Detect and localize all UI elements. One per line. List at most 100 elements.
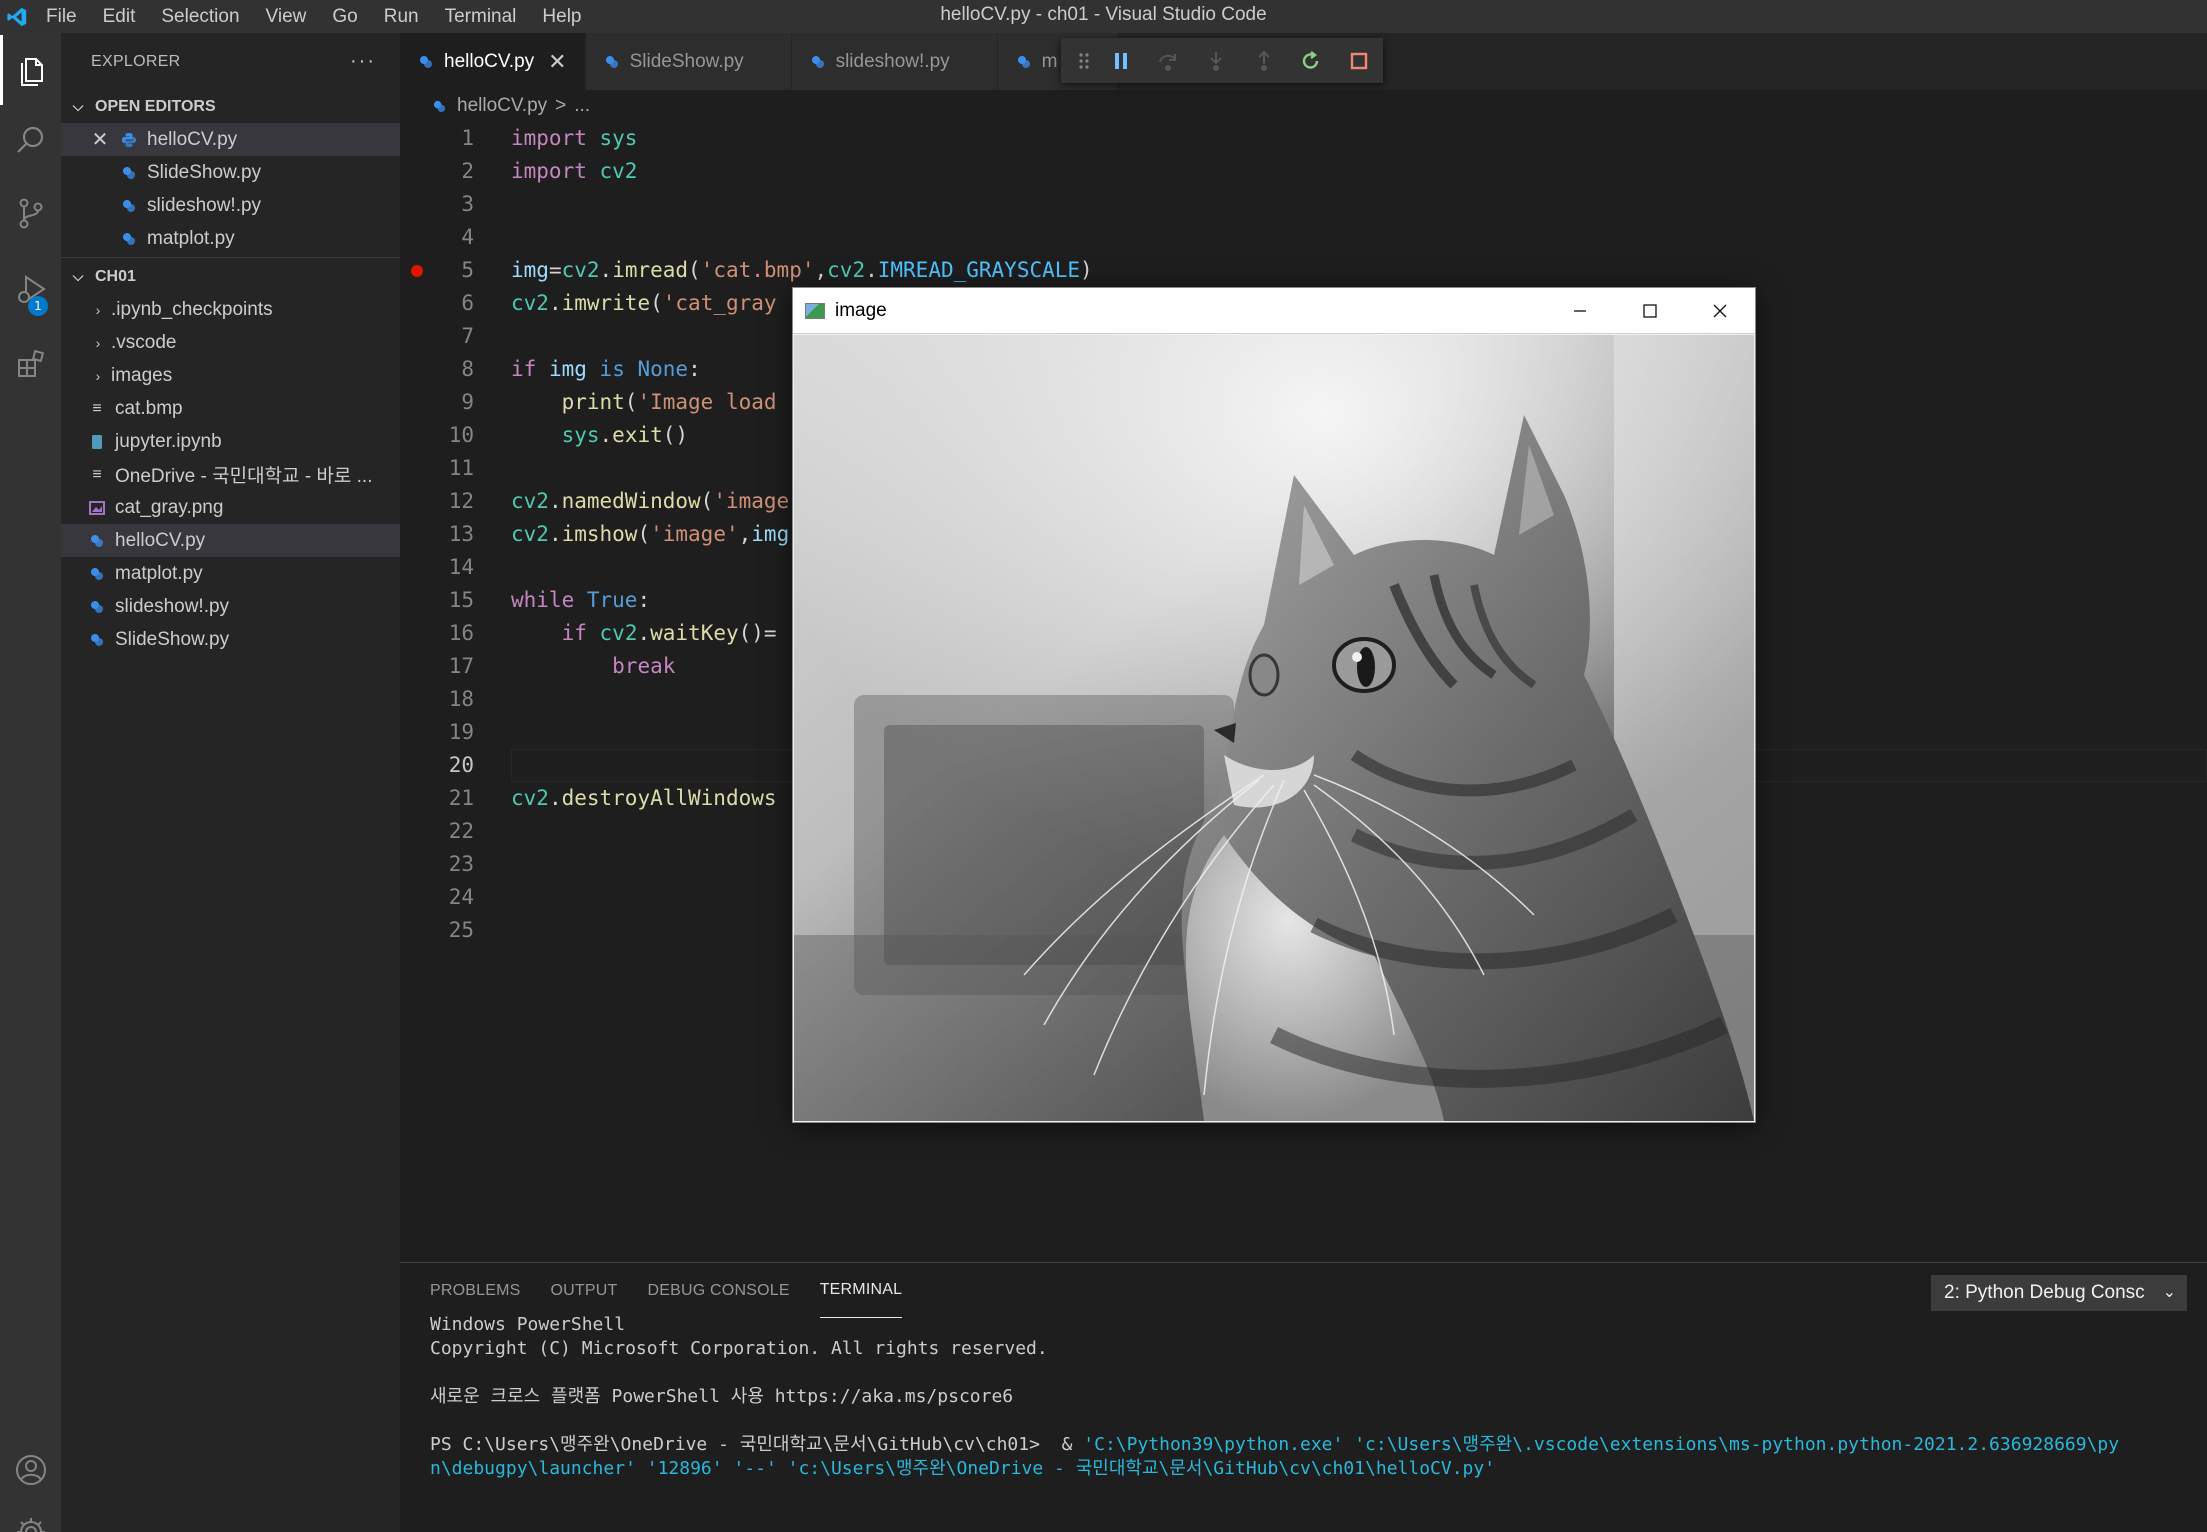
code-line[interactable]: 2 import cv2 <box>400 155 2207 188</box>
tree-item-label: .vscode <box>111 331 177 353</box>
python-file-icon <box>91 534 103 547</box>
tree-file[interactable]: SlideShow.py <box>61 623 400 656</box>
tree-folder[interactable]: › images <box>61 359 400 392</box>
tree-item-label: .ipynb_checkpoints <box>111 298 273 320</box>
line-number: 15 <box>448 588 474 612</box>
open-editor-item[interactable]: matplot.py <box>61 222 400 255</box>
search-icon[interactable] <box>0 105 61 175</box>
vscode-logo-icon <box>0 0 33 33</box>
accounts-icon[interactable] <box>0 1435 61 1505</box>
step-over-icon[interactable] <box>1145 38 1193 83</box>
tree-file[interactable]: matplot.py <box>61 557 400 590</box>
terminal-blank <box>430 1361 2207 1385</box>
folder-label: CH01 <box>95 267 136 285</box>
terminal-blank <box>430 1409 2207 1433</box>
tab-slideshow-bang[interactable]: slideshow!.py <box>791 33 998 90</box>
menu-help[interactable]: Help <box>529 0 594 33</box>
menu-edit[interactable]: Edit <box>90 0 149 33</box>
menu-terminal[interactable]: Terminal <box>432 0 530 33</box>
menu-selection[interactable]: Selection <box>148 0 252 33</box>
code-line[interactable]: 4 <box>400 221 2207 254</box>
extensions-icon[interactable] <box>0 329 61 399</box>
run-debug-icon[interactable]: 1 <box>0 255 61 325</box>
open-editor-label: slideshow!.py <box>147 194 262 216</box>
tab-debug-console[interactable]: DEBUG CONSOLE <box>648 1263 790 1318</box>
line-number: 23 <box>448 852 474 876</box>
tree-file[interactable]: helloCV.py <box>61 524 400 557</box>
python-file-icon <box>91 567 103 580</box>
tree-item-label: images <box>111 364 173 386</box>
code-text: sys.exit() <box>561 423 689 447</box>
window-close-icon[interactable] <box>1685 288 1755 334</box>
tab-slideshow[interactable]: SlideShow.py <box>585 33 792 90</box>
line-number: 10 <box>448 423 474 447</box>
close-icon[interactable]: ✕ <box>548 49 566 75</box>
explorer-icon[interactable] <box>0 35 61 105</box>
terminal-selector[interactable]: 2: Python Debug Consc ⌄ <box>1931 1275 2187 1311</box>
stop-icon[interactable] <box>1335 38 1383 83</box>
line-number: 6 <box>461 291 474 315</box>
pause-icon[interactable] <box>1097 38 1145 83</box>
source-control-icon[interactable] <box>0 178 61 248</box>
tree-file[interactable]: ≡ OneDrive - 국민대학교 - 바로 ... <box>61 458 400 491</box>
tree-item-label: cat_gray.png <box>115 496 224 518</box>
folder-header[interactable]: ⌵ CH01 <box>61 260 400 293</box>
minimize-icon[interactable] <box>1545 288 1615 334</box>
maximize-icon[interactable] <box>1615 288 1685 334</box>
breadcrumb-file[interactable]: helloCV.py <box>457 95 547 117</box>
menu-go[interactable]: Go <box>319 0 370 33</box>
tree-file[interactable]: ≡ cat.bmp <box>61 392 400 425</box>
menu-bar: File Edit Selection View Go Run Terminal… <box>33 0 595 33</box>
python-file-icon <box>123 232 135 245</box>
tree-file[interactable]: cat_gray.png <box>61 491 400 524</box>
breadcrumb-symbol[interactable]: ... <box>574 95 590 117</box>
terminal-output[interactable]: Windows PowerShell Copyright (C) Microsof… <box>430 1313 2207 1481</box>
section-divider <box>61 257 400 258</box>
drag-handle-icon[interactable] <box>1071 38 1097 83</box>
close-icon[interactable]: ✕ <box>89 127 111 152</box>
python-file-icon <box>433 100 446 112</box>
tree-folder[interactable]: › .vscode <box>61 326 400 359</box>
line-number: 20 <box>448 753 474 777</box>
grayscale-cat-image <box>794 335 1754 1121</box>
line-number: 14 <box>448 555 474 579</box>
more-actions-icon[interactable]: ··· <box>350 50 376 73</box>
code-line[interactable]: 3 <box>400 188 2207 221</box>
opencv-image-window[interactable]: image <box>792 287 1756 1123</box>
terminal-line: Windows PowerShell <box>430 1314 626 1335</box>
tree-folder[interactable]: › .ipynb_checkpoints <box>61 293 400 326</box>
settings-gear-icon[interactable] <box>0 1497 61 1532</box>
line-number: 4 <box>461 225 474 249</box>
chevron-right-icon: › <box>95 367 101 384</box>
chevron-down-icon: ⌄ <box>2162 1284 2176 1301</box>
open-editors-label: OPEN EDITORS <box>95 97 216 115</box>
tab-hellocv[interactable]: helloCV.py ✕ <box>400 33 586 90</box>
tab-problems[interactable]: PROBLEMS <box>430 1263 521 1318</box>
code-line[interactable]: 5 img=cv2.imread('cat.bmp',cv2.IMREAD_GRA… <box>400 254 2207 287</box>
open-editor-item[interactable]: slideshow!.py <box>61 189 400 222</box>
python-file-icon <box>1017 55 1030 68</box>
line-number: 12 <box>448 489 474 513</box>
open-editors-header[interactable]: ⌵ OPEN EDITORS <box>61 90 400 123</box>
image-window-titlebar[interactable]: image <box>793 288 1755 334</box>
tree-file[interactable]: slideshow!.py <box>61 590 400 623</box>
open-editor-item[interactable]: SlideShow.py <box>61 156 400 189</box>
tab-terminal[interactable]: TERMINAL <box>819 1263 903 1318</box>
step-out-icon[interactable] <box>1240 38 1288 83</box>
code-text: while True: <box>511 588 651 612</box>
tree-item-label: cat.bmp <box>115 397 183 419</box>
terminal-selector-value: 2: Python Debug Consc <box>1944 1282 2145 1303</box>
menu-view[interactable]: View <box>253 0 320 33</box>
chevron-down-icon: ⌵ <box>72 268 84 284</box>
code-line[interactable]: 1 import sys <box>400 122 2207 155</box>
code-text: if img is None: <box>511 357 701 381</box>
open-editor-item[interactable]: ✕ helloCV.py <box>61 123 400 156</box>
tree-file[interactable]: jupyter.ipynb <box>61 425 400 458</box>
code-text: cv2.destroyAllWindows <box>511 786 777 810</box>
terminal-command-cont: n\debugpy\launcher' '12896' '--' 'c:\Use… <box>430 1458 1496 1479</box>
restart-icon[interactable] <box>1288 38 1336 83</box>
menu-run[interactable]: Run <box>371 0 432 33</box>
step-into-icon[interactable] <box>1192 38 1240 83</box>
menu-file[interactable]: File <box>33 0 90 33</box>
tab-output[interactable]: OUTPUT <box>551 1263 618 1318</box>
